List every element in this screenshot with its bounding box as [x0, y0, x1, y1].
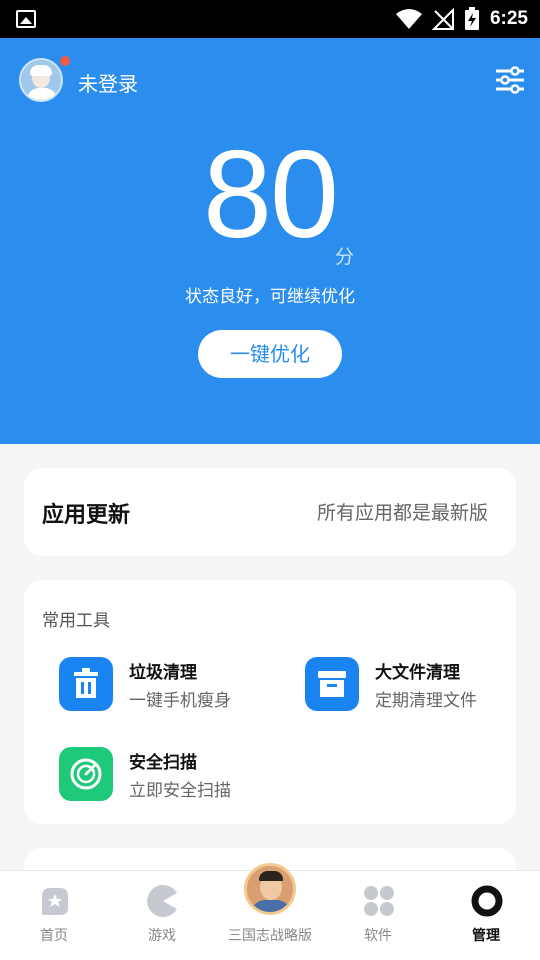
notification-dot: [60, 56, 70, 66]
tool-name: 大文件清理: [375, 663, 460, 683]
nav-label: 首页: [40, 928, 68, 944]
common-tools-card: 常用工具 垃圾清理 一键手机瘦身 大文件清理 定期清理文件 安全扫描 立即安全扫…: [24, 580, 516, 824]
pacman-icon: [147, 885, 177, 917]
settings-sliders-icon[interactable]: [496, 65, 524, 95]
wifi-icon: [395, 9, 422, 29]
tool-security-scan[interactable]: 安全扫描 立即安全扫描: [59, 744, 259, 804]
score-unit: 分: [335, 246, 355, 268]
clock: 6:25: [489, 8, 528, 29]
battery-charging-icon: [464, 7, 479, 30]
tool-desc: 立即安全扫描: [129, 781, 231, 801]
tool-desc: 一键手机瘦身: [129, 691, 231, 711]
nav-label: 三国志战略版: [228, 928, 312, 944]
health-score: 80: [203, 126, 339, 264]
nav-manage[interactable]: 管理: [432, 871, 540, 960]
score-status-text: 状态良好，可继续优化: [185, 287, 355, 307]
archive-icon: [305, 657, 359, 711]
one-click-optimize-button[interactable]: 一键优化: [198, 330, 342, 378]
update-title: 应用更新: [42, 503, 131, 528]
nav-software[interactable]: 软件: [324, 871, 432, 960]
nav-label: 软件: [364, 928, 392, 944]
bottom-nav: 首页 游戏 三国志战略版 软件 管理: [0, 863, 540, 960]
tool-name: 垃圾清理: [129, 663, 197, 683]
nav-games[interactable]: 游戏: [108, 871, 216, 960]
nav-label: 管理: [472, 928, 500, 944]
login-label[interactable]: 未登录: [78, 68, 138, 97]
nav-home[interactable]: 首页: [0, 871, 108, 960]
score-header: 未登录 80 分 状态良好，可继续优化 一键优化: [0, 38, 540, 444]
tool-large-file-clean[interactable]: 大文件清理 定期清理文件: [305, 654, 505, 714]
app-update-card[interactable]: 应用更新 所有应用都是最新版: [24, 468, 516, 556]
home-star-icon: [42, 888, 68, 915]
no-signal-icon: [431, 8, 454, 30]
manage-ring-icon: [471, 885, 503, 917]
nav-featured-game[interactable]: 三国志战略版: [216, 863, 324, 960]
tool-junk-clean[interactable]: 垃圾清理 一键手机瘦身: [59, 654, 259, 714]
game-avatar-icon: [244, 863, 296, 915]
tools-title: 常用工具: [42, 611, 110, 631]
update-status: 所有应用都是最新版: [316, 502, 488, 524]
user-avatar[interactable]: [19, 58, 63, 102]
gallery-notification-icon: [16, 10, 36, 28]
tool-name: 安全扫描: [129, 753, 197, 773]
trash-icon: [59, 657, 113, 711]
apps-grid-icon: [364, 886, 394, 916]
status-bar: 6:25: [0, 0, 540, 38]
tool-desc: 定期清理文件: [375, 691, 477, 711]
scan-icon: [59, 747, 113, 801]
